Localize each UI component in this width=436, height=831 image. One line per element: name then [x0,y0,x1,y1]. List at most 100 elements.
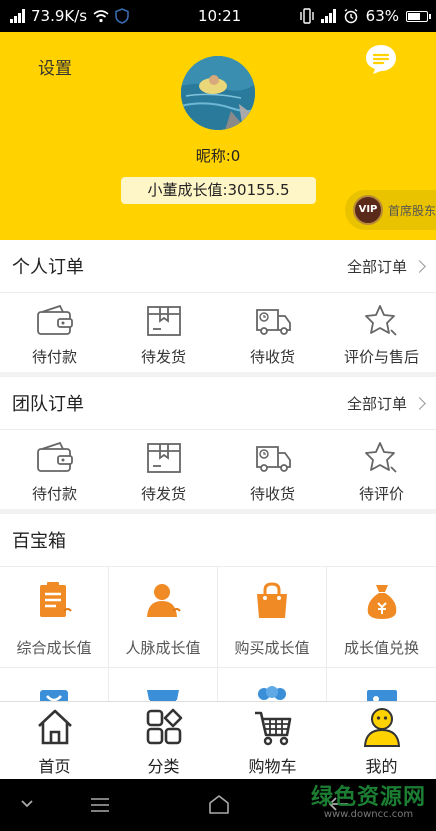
signal-icon [10,9,25,23]
person-icon [147,584,181,617]
box-icon [146,306,181,336]
chevron-right-icon [413,259,426,273]
tab-cart[interactable]: 购物车 [218,702,327,779]
item-label: 人脉成长值 [125,639,201,657]
wallet-icon [36,441,73,472]
toolbox-item-network-growth[interactable]: 人脉成长值 [109,567,218,668]
order-pending-shipment[interactable]: 待发货 [109,293,218,372]
category-icon [146,708,182,745]
shopping-bag-icon [257,582,287,618]
all-orders-link[interactable]: 全部订单 [346,393,426,414]
group-icon [258,686,286,700]
menu-icon[interactable] [90,797,110,813]
personal-orders-header[interactable]: 个人订单 全部订单 [0,240,436,293]
section-title: 个人订单 [12,257,84,278]
toolbox-header: 百宝箱 [0,514,436,567]
item-label: 待付款 [31,485,77,503]
toolbox-item-overall-growth[interactable]: 综合成长值 [0,567,109,668]
truck-icon [255,446,291,472]
battery-icon [406,10,431,22]
toolbox-section: 百宝箱 综合成长值 人脉成长值 购买成长值 成长值兑换 [0,514,436,701]
item-label: 待发货 [140,485,186,503]
toolbox-item-row2-2[interactable] [109,668,218,701]
section-title: 团队订单 [12,394,84,415]
team-pending-shipment[interactable]: 待发货 [109,430,218,509]
tab-category[interactable]: 分类 [109,702,218,779]
toolbox-item-row2-4[interactable] [327,668,436,701]
item-label: 待收货 [249,485,295,503]
clipboard-icon [40,582,72,617]
toolbox-item-growth-exchange[interactable]: 成长值兑换 [327,567,436,668]
tab-mine[interactable]: 我的 [327,702,436,779]
home-nav-icon[interactable] [208,794,230,814]
item-label: 待收货 [249,348,295,366]
item-label: 综合成长值 [16,639,92,657]
toolbox-item-purchase-growth[interactable]: 购买成长值 [218,567,327,668]
home-icon [37,709,72,745]
profile-header: 设置 昵称:0 小董成长值:30155.5 VIP 首席股东 [0,32,436,240]
order-pending-payment[interactable]: 待付款 [0,293,109,372]
status-bar: 73.9K/s 10:21 63% [0,0,436,32]
tab-home[interactable]: 首页 [0,702,109,779]
wifi-icon [93,10,109,23]
toolbox-item-row2-3[interactable] [218,668,327,701]
team-pending-payment[interactable]: 待付款 [0,430,109,509]
vibrate-icon [299,8,314,24]
network-speed: 73.9K/s [31,7,88,25]
alarm-icon [344,8,358,24]
order-pending-receipt[interactable]: 待收货 [218,293,327,372]
user-icon [363,708,400,747]
system-nav-bar: 绿色资源网 www.downcc.com [0,779,436,831]
item-label: 待发货 [140,348,186,366]
team-pending-receipt[interactable]: 待收货 [218,430,327,509]
item-label: 评价与售后 [343,348,419,366]
watermark-title: 绿色资源网 [310,785,426,810]
chevron-down-icon[interactable] [20,799,34,809]
item-label: 成长值兑换 [343,639,419,657]
shield-icon [115,8,129,24]
item-label: 购买成长值 [234,639,310,657]
tab-bar: 首页 分类 购物车 我的 [0,701,436,779]
truck-icon [255,309,291,335]
all-orders-label: 全部订单 [346,257,407,276]
message-button[interactable] [364,42,398,76]
cart-bag-icon [40,690,68,701]
watermark-url: www.downcc.com [323,809,414,820]
all-orders-link[interactable]: 全部订单 [346,256,426,277]
store-icon [147,690,179,701]
item-label: 待评价 [358,485,404,503]
vip-badge-icon: VIP [353,195,383,225]
chevron-right-icon [413,396,426,410]
all-orders-label: 全部订单 [346,394,407,413]
avatar[interactable] [181,56,255,130]
vip-label: 首席股东 [388,203,436,218]
tab-label: 首页 [38,757,71,776]
star-icon [364,305,397,336]
star-icon [364,442,397,473]
chat-bubble-icon [366,45,396,74]
battery-percent: 63% [365,7,399,25]
team-orders-section: 团队订单 全部订单 待付款 待发货 待收货 待评价 [0,377,436,509]
team-orders-header[interactable]: 团队订单 全部订单 [0,377,436,430]
mobile-signal-icon [320,9,336,23]
wallet-icon [36,304,73,335]
section-title: 百宝箱 [12,531,66,552]
tab-label: 分类 [147,757,180,776]
image-icon [366,690,397,701]
avatar-photo [181,56,255,130]
tab-label: 我的 [365,757,398,776]
nickname: 昵称:0 [195,147,241,165]
vip-tag[interactable]: VIP 首席股东 [345,190,436,230]
item-label: 待付款 [31,348,77,366]
growth-value: 小董成长值:30155.5 [121,177,316,204]
clock: 10:21 [198,7,242,25]
order-review-aftersale[interactable]: 评价与售后 [327,293,436,372]
tab-label: 购物车 [248,757,297,776]
money-bag-icon [367,585,396,619]
settings-button[interactable]: 设置 [38,54,72,79]
toolbox-item-row2-1[interactable] [0,668,109,701]
personal-orders-section: 个人订单 全部订单 待付款 待发货 待收货 评价与售后 [0,240,436,372]
watermark: 绿色资源网 www.downcc.com [311,779,426,820]
team-pending-review[interactable]: 待评价 [327,430,436,509]
box-icon [146,443,181,473]
